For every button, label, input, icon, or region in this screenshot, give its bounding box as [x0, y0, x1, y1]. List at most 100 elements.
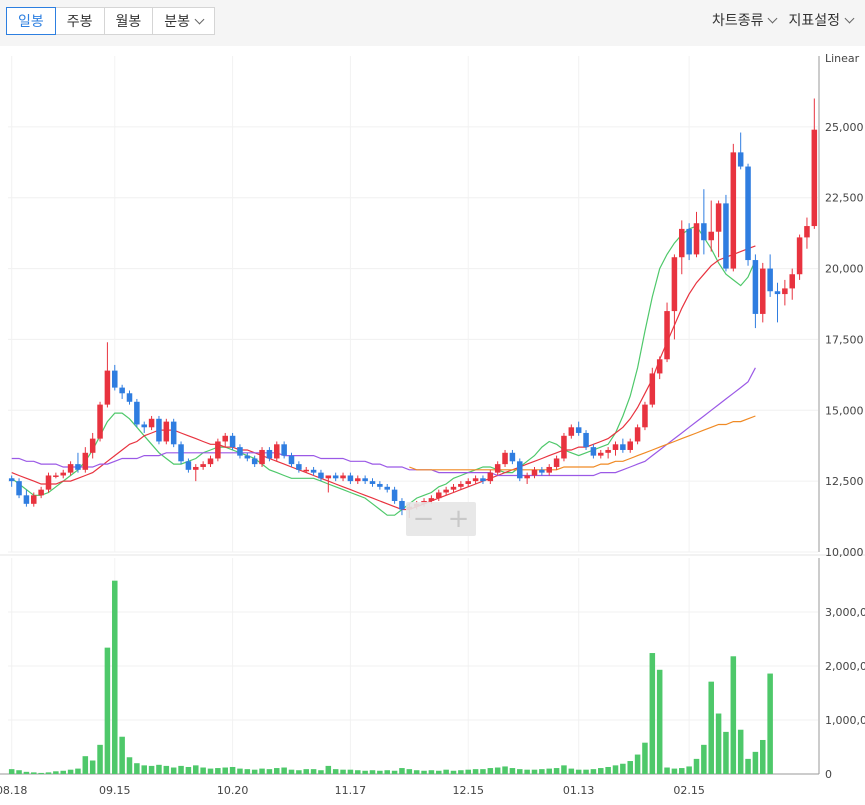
candle-body — [126, 393, 133, 402]
tab-monthly[interactable]: 월봉 — [103, 7, 154, 35]
candle-body — [75, 464, 81, 470]
volume-bar — [148, 765, 155, 774]
volume-bar — [303, 769, 309, 774]
volume-bar — [649, 653, 656, 774]
candle-body — [686, 228, 692, 255]
candle-body — [605, 449, 611, 453]
candle-body — [767, 268, 773, 292]
candle-body — [774, 291, 781, 295]
zoom-in-button[interactable]: + — [441, 502, 476, 536]
volume-bar — [75, 768, 81, 774]
volume-bar — [620, 763, 626, 774]
volume-bar — [575, 769, 582, 774]
volume-bar — [524, 769, 530, 774]
volume-bar — [141, 765, 147, 774]
candle — [634, 424, 641, 445]
candle-body — [517, 461, 523, 479]
candle-body — [546, 466, 552, 473]
volume-bar — [656, 669, 663, 774]
volume-bar — [767, 673, 773, 774]
price-y-tick-label: 15,000 — [825, 404, 864, 417]
volume-bar — [458, 770, 464, 774]
candle — [723, 194, 729, 272]
volume-bar — [693, 758, 700, 774]
chevron-down-icon — [768, 13, 778, 24]
candle-body — [399, 500, 405, 510]
candle-body — [340, 475, 346, 479]
candle-body — [318, 472, 324, 479]
price-y-tick-label: 17,500 — [825, 333, 864, 346]
candle-body — [693, 223, 700, 255]
volume-bar — [450, 770, 457, 774]
zoom-out-button[interactable]: − — [406, 502, 441, 536]
candle-body — [494, 464, 501, 473]
volume-bar — [413, 770, 420, 774]
volume-bar — [561, 765, 567, 774]
candle-body — [97, 404, 103, 439]
candle-body — [715, 203, 722, 232]
candle — [163, 418, 170, 445]
price-y-tick-label: 25,000 — [825, 121, 864, 134]
volume-bar — [531, 769, 538, 774]
candle — [215, 438, 221, 462]
volume-bar — [104, 647, 111, 774]
volume-bar — [686, 766, 692, 774]
candle-body — [811, 129, 818, 227]
candle-body — [325, 475, 332, 479]
volume-bar — [362, 770, 368, 774]
candle-body — [134, 401, 140, 425]
candle-body — [502, 452, 508, 465]
candle-body — [760, 268, 766, 314]
volume-bar — [494, 767, 501, 774]
volume-bar — [259, 768, 265, 774]
candle-body — [170, 421, 177, 445]
volume-bar — [16, 770, 22, 774]
chart-type-menu[interactable]: 차트종류 — [706, 7, 783, 35]
candle-body — [708, 231, 714, 241]
candle-body — [141, 424, 147, 428]
candle — [730, 143, 737, 272]
candle-body — [796, 237, 803, 275]
volume-bar — [465, 769, 471, 774]
candle-body — [443, 489, 449, 493]
candle-body — [472, 478, 479, 482]
candle-body — [656, 359, 663, 374]
volume-bar — [399, 768, 405, 774]
volume-bar — [546, 768, 552, 774]
volume-bar — [480, 769, 486, 774]
candle-body — [737, 152, 744, 167]
candle-body — [355, 478, 361, 482]
tab-minute-label: 분봉 — [164, 14, 191, 30]
candle-body — [679, 228, 685, 258]
volume-bar — [178, 765, 184, 774]
candle-body — [185, 461, 192, 470]
tab-minute[interactable]: 분봉 — [152, 7, 216, 35]
volume-bar — [340, 769, 346, 774]
candle-body — [67, 464, 74, 473]
volume-bar — [325, 765, 332, 774]
tab-weekly[interactable]: 주봉 — [54, 7, 105, 35]
volume-bar — [310, 769, 317, 774]
volume-bar — [590, 769, 597, 774]
chart-area[interactable]: 10,000 12,500 15,000 17,500 20,000 22,500 25,0… — [0, 46, 865, 805]
indicator-settings-menu[interactable]: 지표설정 — [782, 7, 859, 35]
volume-bar — [170, 767, 177, 774]
candle-body — [627, 441, 633, 450]
stock-chart[interactable]: 10,000 12,500 15,000 17,500 20,000 22,500 25,0… — [0, 46, 865, 801]
volume-bar — [627, 761, 633, 774]
volume-bar — [222, 767, 228, 774]
volume-bar — [266, 769, 273, 774]
candle — [274, 441, 280, 462]
candle-body — [274, 444, 280, 459]
candle-body — [671, 257, 678, 312]
volume-bar — [612, 765, 619, 774]
candle-body — [362, 478, 368, 482]
volume-bar — [715, 713, 722, 774]
volume-bar — [126, 757, 133, 774]
candle — [156, 415, 162, 445]
candle-body — [16, 481, 22, 496]
tab-daily[interactable]: 일봉 — [6, 7, 56, 35]
price-y-tick-label: 12,500 — [825, 475, 864, 488]
volume-bar — [23, 771, 30, 774]
volume-bar — [752, 751, 759, 774]
